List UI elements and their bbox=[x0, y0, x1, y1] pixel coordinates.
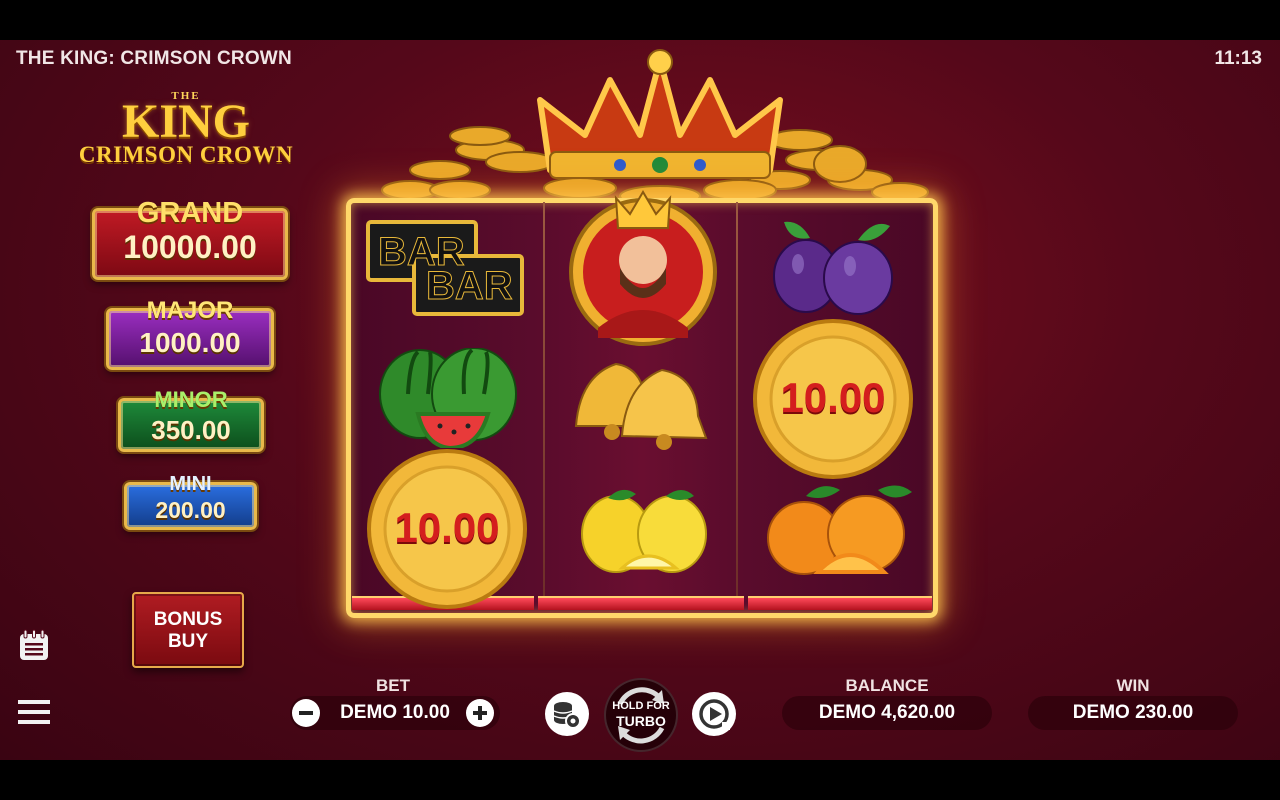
game-title: THE KING: CRIMSON CROWN bbox=[16, 48, 292, 69]
jackpot-mini-value: 200.00 bbox=[155, 497, 226, 523]
symbol-bar: BAR BAR bbox=[366, 220, 526, 320]
jackpot-minor: MINOR 350.00 bbox=[118, 387, 264, 452]
win-display: DEMO 230.00 bbox=[1028, 696, 1238, 730]
jackpot-mini: MINI 200.00 bbox=[124, 473, 257, 530]
autoplay-button[interactable] bbox=[692, 692, 736, 736]
plums-symbol bbox=[773, 221, 893, 315]
minus-icon bbox=[299, 711, 313, 715]
bottom-letterbox bbox=[0, 760, 1280, 800]
jackpot-mini-label: MINI bbox=[169, 473, 212, 495]
win-value: DEMO 230.00 bbox=[1072, 702, 1194, 723]
reel-divider bbox=[543, 202, 545, 610]
bar-label-front: BAR bbox=[426, 264, 514, 309]
autoplay-icon bbox=[699, 699, 730, 730]
menu-button[interactable] bbox=[16, 694, 52, 730]
hamburger-menu-icon bbox=[18, 700, 50, 724]
jackpot-minor-value: 350.00 bbox=[151, 415, 231, 445]
jackpot-major-label: MAJOR bbox=[146, 297, 234, 324]
jackpot-grand-label: GRAND bbox=[136, 197, 244, 229]
reel-divider bbox=[736, 202, 738, 610]
bonus-buy-button[interactable]: BONUS BUY bbox=[132, 592, 244, 668]
balance-value: DEMO 4,620.00 bbox=[818, 702, 956, 723]
bonus-buy-line1: BONUS bbox=[153, 609, 223, 630]
balance-display: DEMO 4,620.00 bbox=[782, 696, 992, 730]
turbo-hint-line2: TURBO bbox=[616, 713, 666, 729]
jackpot-major-value: 1000.00 bbox=[139, 327, 241, 358]
jackpot-grand-value: 10000.00 bbox=[123, 229, 257, 265]
king-portrait-graphic bbox=[569, 190, 717, 346]
bells-symbol bbox=[574, 362, 708, 450]
bet-decrease-button[interactable] bbox=[292, 699, 320, 727]
plus-icon bbox=[473, 706, 487, 720]
history-button[interactable] bbox=[16, 628, 52, 664]
logo-king: KING bbox=[121, 95, 250, 148]
game-stage: THE KING: CRIMSON CROWN 11:13 THE KING C… bbox=[0, 40, 1280, 760]
bet-label: BET bbox=[376, 676, 410, 695]
spin-button[interactable]: HOLD FOR TURBO bbox=[604, 678, 678, 752]
coin-symbol: 10.00 bbox=[366, 448, 528, 610]
turbo-hint-line1: HOLD FOR bbox=[612, 700, 670, 712]
bet-value: DEMO 10.00 bbox=[340, 702, 450, 723]
bet-increase-button[interactable] bbox=[466, 699, 494, 727]
notepad-icon bbox=[20, 629, 48, 660]
coin-symbol: 10.00 bbox=[752, 318, 914, 480]
logo-subtitle: CRIMSON CROWN bbox=[78, 142, 294, 167]
coin-stack-settings-icon bbox=[553, 702, 581, 729]
coin-settings-button[interactable] bbox=[545, 692, 589, 736]
coin-value: 10.00 bbox=[780, 374, 886, 421]
jackpot-minor-label: MINOR bbox=[154, 387, 228, 412]
reel-base bbox=[748, 596, 932, 610]
lemons-symbol bbox=[581, 489, 707, 573]
clock: 11:13 bbox=[1214, 48, 1262, 69]
watermelon-symbol bbox=[379, 348, 517, 448]
balance-label: BALANCE bbox=[845, 676, 929, 695]
crown-and-coins-decoration bbox=[381, 49, 929, 207]
win-label: WIN bbox=[1116, 676, 1150, 695]
bonus-buy-line2: BUY bbox=[167, 631, 209, 652]
jackpot-grand: GRAND 10000.00 bbox=[92, 197, 288, 280]
reel-base bbox=[538, 596, 744, 610]
king-symbol bbox=[562, 188, 724, 348]
top-letterbox bbox=[0, 0, 1280, 40]
oranges-symbol bbox=[767, 485, 912, 575]
game-logo: THE KING CRIMSON CROWN bbox=[70, 90, 302, 168]
jackpot-major: MAJOR 1000.00 bbox=[106, 297, 274, 370]
coin-value: 10.00 bbox=[394, 504, 500, 551]
